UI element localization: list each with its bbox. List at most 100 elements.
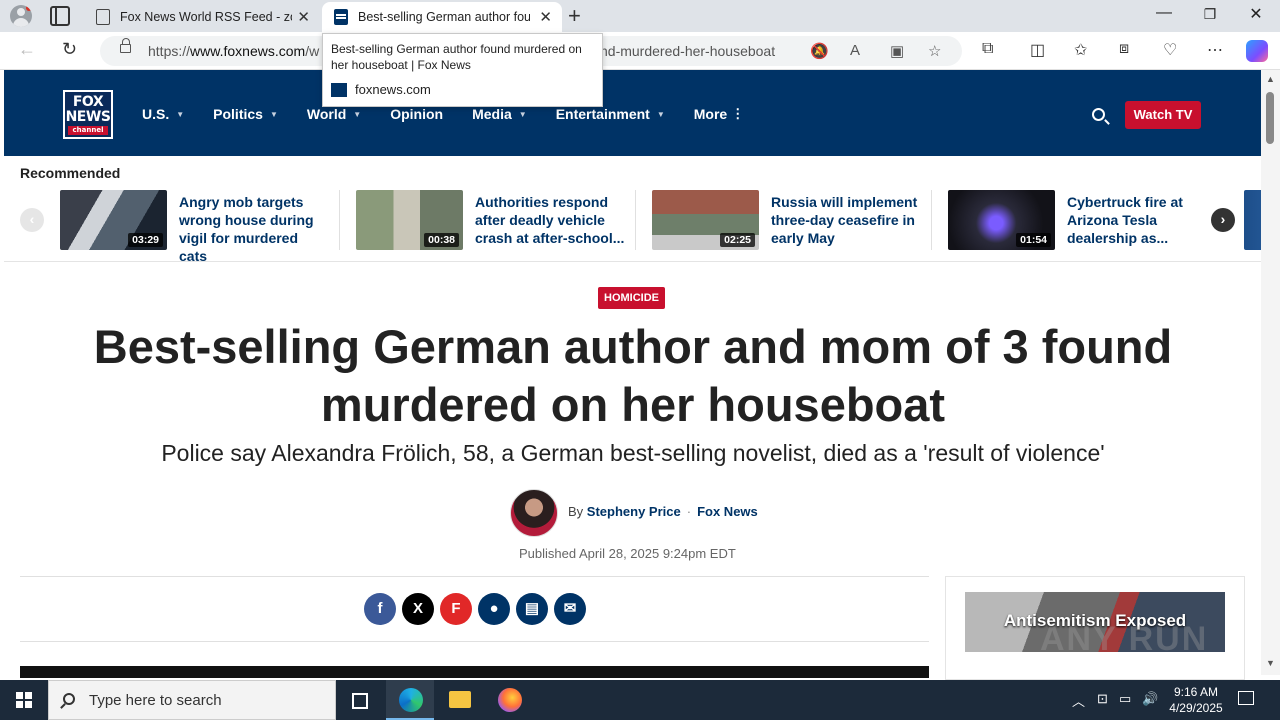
flipboard-icon[interactable]: F — [440, 593, 472, 625]
site-header: FOX NEWS channel U.S. ▼ Politics ▼ World ▼ … — [4, 70, 1261, 156]
more-menu-icon[interactable]: ⋯ — [1207, 40, 1223, 60]
divider — [20, 641, 929, 642]
windows-taskbar: Type here to search ︿ ⊡ ▭ 🔊 9:16 AM 4/29… — [0, 680, 1280, 720]
page-scrollbar[interactable]: ▲ ▼ — [1261, 70, 1280, 675]
carousel-prev-button[interactable]: ‹ — [20, 208, 44, 232]
extensions-icon[interactable]: ⧉ — [982, 40, 993, 58]
comment-icon[interactable]: ● — [478, 593, 510, 625]
recommended-headline[interactable]: Russia will implement three-day ceasefir… — [771, 193, 921, 247]
taskbar-search-placeholder: Type here to search — [89, 692, 222, 709]
windows-start-icon[interactable] — [16, 692, 32, 708]
nav-item-opinion[interactable]: Opinion — [390, 106, 443, 122]
immersive-reader-icon[interactable]: ▣ — [890, 42, 904, 60]
nav-item-media[interactable]: Media ▼ — [472, 106, 527, 122]
task-view-icon[interactable] — [336, 680, 384, 720]
tab-actions-icon[interactable] — [50, 6, 70, 26]
device-icon[interactable]: ⊡ — [1097, 691, 1108, 707]
recommended-headline[interactable]: Authorities respond after deadly vehicle… — [475, 193, 625, 247]
new-tab-icon[interactable]: + — [568, 3, 581, 29]
browser-essentials-icon[interactable]: ♡ — [1163, 40, 1177, 60]
print-icon[interactable]: ▤ — [516, 593, 548, 625]
scroll-down-icon[interactable]: ▼ — [1266, 658, 1275, 668]
refresh-icon[interactable]: ↻ — [62, 39, 77, 60]
url-text: https://www.foxnews.com/w — [148, 43, 320, 59]
show-hidden-icons-icon[interactable]: ︿ — [1072, 691, 1085, 710]
firefox-icon[interactable] — [486, 680, 534, 720]
fox-news-favicon-icon — [334, 9, 348, 25]
edge-browser-icon[interactable] — [386, 680, 434, 720]
fox-news-favicon-icon — [331, 83, 347, 97]
lock-icon[interactable] — [120, 38, 131, 53]
copilot-icon[interactable] — [1246, 40, 1268, 62]
favorites-icon[interactable]: ✩ — [1074, 40, 1087, 60]
tab-title: Best-selling German author foun — [358, 10, 530, 24]
search-icon[interactable] — [1092, 108, 1105, 121]
divider — [931, 190, 932, 250]
scrollbar-thumb[interactable] — [1266, 92, 1274, 144]
facebook-icon[interactable]: f — [364, 593, 396, 625]
video-thumbnail[interactable]: 03:29 — [60, 190, 167, 250]
close-tab-icon[interactable]: ✕ — [297, 8, 310, 26]
tooltip-domain: foxnews.com — [355, 82, 431, 97]
tab-rss-feed[interactable]: Fox News World RSS Feed - zovel ✕ — [84, 2, 320, 32]
nav-item-us[interactable]: U.S. ▼ — [142, 106, 184, 122]
taskbar-search-input[interactable]: Type here to search — [48, 680, 336, 720]
kebab-icon: ⋮ — [731, 106, 745, 121]
nav-item-world[interactable]: World ▼ — [307, 106, 361, 122]
category-eyebrow[interactable]: HOMICIDE — [598, 287, 665, 309]
video-thumbnail[interactable]: 00:38 — [356, 190, 463, 250]
byline: By Stepheny Price · Fox News — [568, 504, 758, 519]
watermark: ANY RUN — [1040, 620, 1209, 658]
read-aloud-icon[interactable]: A — [850, 42, 860, 59]
search-icon — [63, 693, 75, 705]
divider — [20, 576, 929, 577]
recommended-headline[interactable]: Angry mob targets wrong house during vig… — [179, 193, 329, 265]
recommended-headline[interactable]: Cybertruck fire at Arizona Tesla dealers… — [1067, 193, 1217, 247]
favorite-star-icon[interactable]: ☆ — [928, 42, 941, 60]
tab-fox-article[interactable]: Best-selling German author foun ✕ — [322, 2, 562, 32]
author-avatar[interactable] — [510, 489, 558, 537]
recommended-card-partial[interactable] — [1244, 190, 1261, 250]
browser-tab-bar: Fox News World RSS Feed - zovel ✕ Best-s… — [0, 0, 1280, 32]
video-thumbnail[interactable] — [1244, 190, 1261, 250]
chevron-down-icon: ▼ — [518, 109, 527, 119]
notification-icon[interactable] — [1238, 691, 1254, 705]
video-player[interactable] — [20, 666, 929, 678]
volume-icon[interactable]: 🔊 — [1142, 691, 1158, 707]
outlet-link[interactable]: Fox News — [697, 504, 758, 519]
close-window-icon[interactable]: ✕ — [1233, 4, 1279, 24]
close-tab-icon[interactable]: ✕ — [539, 8, 552, 26]
main-nav: U.S. ▼ Politics ▼ World ▼ Opinion Media ▼ En… — [142, 106, 773, 122]
fox-news-logo[interactable]: FOX NEWS channel — [63, 90, 113, 139]
mute-tab-icon[interactable]: 🔕 — [810, 42, 829, 60]
video-thumbnail[interactable]: 02:25 — [652, 190, 759, 250]
maximize-icon[interactable]: ❐ — [1187, 6, 1233, 23]
tooltip-title: Best-selling German author found murdere… — [331, 42, 582, 72]
watch-tv-button[interactable]: Watch TV — [1125, 101, 1201, 129]
back-icon[interactable]: ← — [18, 39, 36, 60]
author-link[interactable]: Stepheny Price — [587, 504, 681, 519]
nav-item-entertainment[interactable]: Entertainment ▼ — [556, 106, 665, 122]
article-headline: Best-selling German author and mom of 3 … — [93, 320, 1173, 431]
x-icon[interactable]: X — [402, 593, 434, 625]
split-screen-icon[interactable]: ◫ — [1030, 40, 1045, 60]
recommended-strip: Recommended ‹ 03:29 Angry mob targets wr… — [4, 156, 1261, 265]
network-icon[interactable]: ▭ — [1119, 691, 1131, 707]
nav-item-politics[interactable]: Politics ▼ — [213, 106, 278, 122]
chevron-down-icon: ▼ — [269, 109, 278, 119]
tab-hover-tooltip: Best-selling German author found murdere… — [322, 33, 603, 107]
file-explorer-icon[interactable] — [436, 680, 484, 720]
taskbar-clock[interactable]: 9:16 AM 4/29/2025 — [1160, 684, 1232, 716]
email-icon[interactable]: ✉ — [554, 593, 586, 625]
divider — [635, 190, 636, 250]
recommended-title: Recommended — [20, 165, 121, 181]
chevron-down-icon: ▼ — [353, 109, 362, 119]
nav-item-more[interactable]: More ⋮ — [694, 106, 744, 122]
carousel-next-button[interactable]: › — [1211, 208, 1235, 232]
scroll-up-icon[interactable]: ▲ — [1266, 74, 1275, 84]
video-thumbnail[interactable]: 01:54 — [948, 190, 1055, 250]
collections-icon[interactable]: ⧈ — [1119, 40, 1129, 58]
minimize-icon[interactable]: — — [1141, 4, 1187, 22]
divider — [339, 190, 340, 250]
profile-avatar-icon[interactable] — [10, 5, 32, 27]
